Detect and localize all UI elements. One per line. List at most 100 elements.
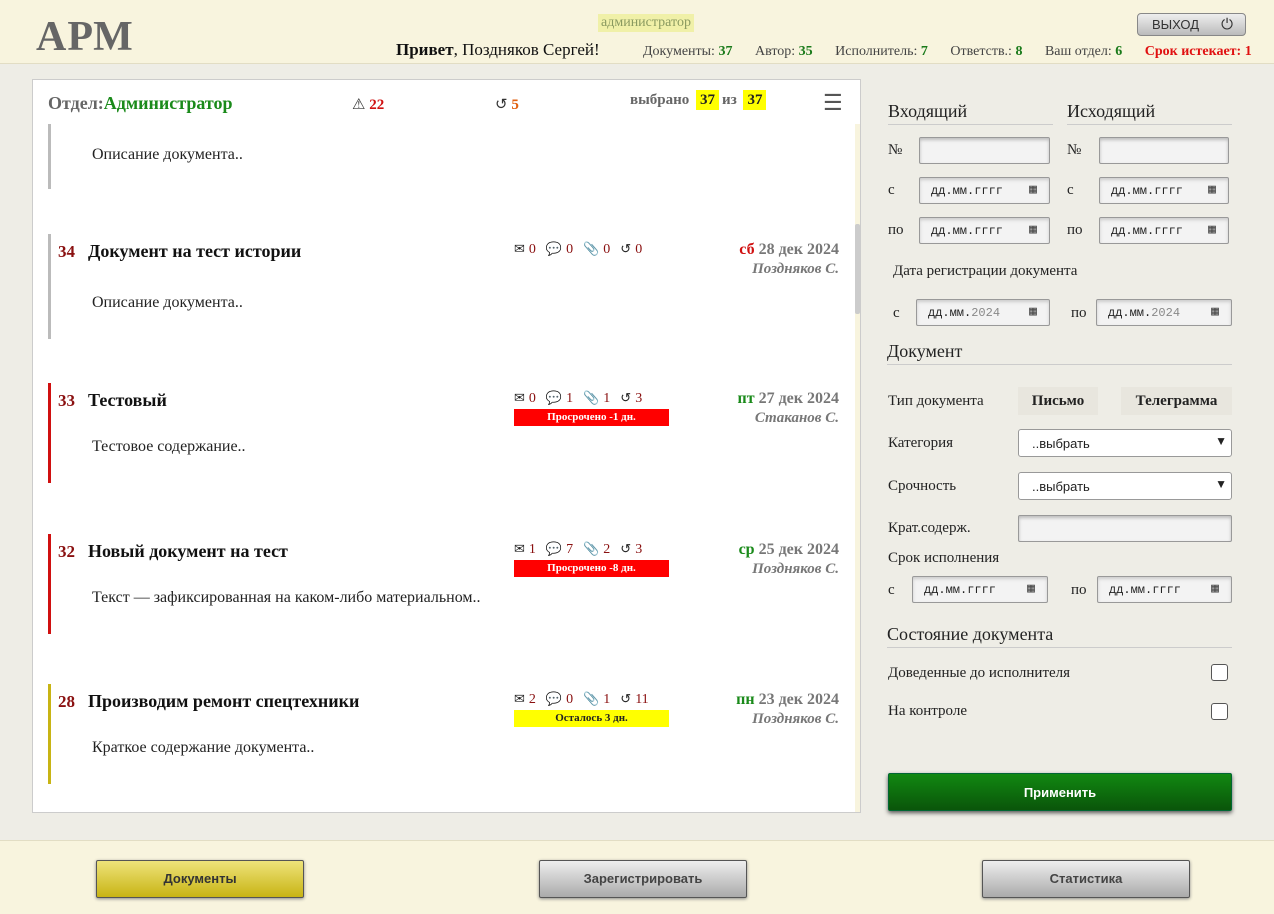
calendar-icon: ▦ bbox=[1029, 182, 1037, 197]
document-number: 32 bbox=[58, 542, 75, 561]
incoming-date-from[interactable]: дд.мм.гггг ▦ bbox=[919, 177, 1050, 204]
document-section-heading: Документ bbox=[887, 341, 1232, 365]
deadline-date-from[interactable]: дд.мм.гггг ▦ bbox=[912, 576, 1048, 603]
outgoing-to-label: по bbox=[1067, 222, 1083, 238]
greeting-name: , Поздняков Сергей! bbox=[453, 40, 600, 59]
document-number: 34 bbox=[58, 242, 75, 261]
selection-counter: выбрано 37 из 37 bbox=[630, 90, 769, 110]
urgency-label: Срочность bbox=[888, 478, 957, 494]
stat-executor[interactable]: Исполнитель: 7 bbox=[835, 44, 928, 59]
document-item[interactable]: 32 Новый документ на тест ✉ 1 💬 7 📎 2 ↺ 3 Проср… bbox=[48, 534, 848, 634]
doc-type-label: Тип документа bbox=[888, 393, 984, 409]
stat-author[interactable]: Автор: 35 bbox=[755, 44, 813, 59]
delivered-label: Доведенные до исполнителя bbox=[888, 665, 1071, 681]
list-add-icon[interactable]: ☰ bbox=[823, 90, 843, 116]
comment-icon: 💬 bbox=[545, 691, 563, 706]
document-status-bar bbox=[48, 124, 51, 189]
deadline-from-label: с bbox=[888, 582, 895, 598]
calendar-icon: ▦ bbox=[1208, 222, 1216, 237]
control-checkbox[interactable] bbox=[1211, 703, 1228, 720]
document-item[interactable]: 33 Тестовый ✉ 0 💬 1 📎 1 ↺ 3 Просрочено -1 дн. п… bbox=[48, 383, 848, 483]
document-counters: ✉ 0 💬 0 📎 0 ↺ 0 bbox=[514, 241, 643, 257]
reg-date-from[interactable]: дд.мм.2024 ▦ bbox=[916, 299, 1050, 326]
document-author: Стаканов С. bbox=[754, 410, 839, 426]
warning-icon: ⚠ bbox=[352, 97, 366, 113]
document-list-panel: Отдел:Администратор ⚠ 22 ↺ 5 выбрано 37 и… bbox=[32, 79, 861, 813]
history-icon: ↺ bbox=[620, 390, 632, 405]
reg-from-label: с bbox=[893, 305, 900, 321]
stat-documents[interactable]: Документы: 37 bbox=[643, 44, 732, 59]
document-item[interactable]: 34 Документ на тест истории ✉ 0 💬 0 📎 0 ↺ 0 сб … bbox=[48, 234, 848, 339]
greeting: Привет, Поздняков Сергей! bbox=[396, 40, 600, 60]
stat-deadline[interactable]: Срок истекает: 1 bbox=[1145, 44, 1252, 59]
calendar-icon: ▦ bbox=[1029, 304, 1037, 319]
document-description: Описание документа.. bbox=[92, 146, 243, 163]
document-description: Краткое содержание документа.. bbox=[92, 739, 315, 756]
list-header: Отдел:Администратор ⚠ 22 ↺ 5 выбрано 37 и… bbox=[33, 80, 860, 124]
type-letter-button[interactable]: Письмо bbox=[1018, 387, 1098, 415]
outgoing-heading: Исходящий bbox=[1067, 101, 1232, 125]
overdue-badge: Просрочено -1 дн. bbox=[514, 409, 669, 426]
attachment-icon: 📎 bbox=[583, 691, 600, 706]
type-telegram-button[interactable]: Телеграмма bbox=[1121, 387, 1232, 415]
incoming-heading: Входящий bbox=[888, 101, 1053, 125]
urgency-select[interactable]: ..выбрать ▼ bbox=[1018, 472, 1232, 500]
summary-label: Крат.содерж. bbox=[888, 520, 971, 536]
document-title[interactable]: Новый документ на тест bbox=[88, 541, 288, 562]
outgoing-from-label: с bbox=[1067, 182, 1074, 198]
outgoing-date-from[interactable]: дд.мм.гггг ▦ bbox=[1099, 177, 1229, 204]
document-author: Поздняков С. bbox=[752, 261, 839, 277]
warnings-counter[interactable]: ⚠ 22 bbox=[352, 95, 384, 114]
stat-responsible[interactable]: Ответств.: 8 bbox=[950, 44, 1022, 59]
attachment-icon: 📎 bbox=[583, 390, 600, 405]
document-counters: ✉ 0 💬 1 📎 1 ↺ 3 bbox=[514, 390, 643, 406]
document-item[interactable]: Описание документа.. bbox=[48, 124, 848, 189]
statistics-button[interactable]: Статистика bbox=[982, 860, 1190, 898]
document-title[interactable]: Производим ремонт спецтехники bbox=[88, 691, 359, 712]
deadline-date-to[interactable]: дд.мм.гггг ▦ bbox=[1097, 576, 1232, 603]
attachment-icon: 📎 bbox=[583, 241, 600, 256]
greeting-bold: Привет bbox=[396, 40, 454, 59]
exit-button[interactable]: ВЫХОД ⏻ bbox=[1137, 13, 1246, 36]
deadline-label: Срок исполнения bbox=[888, 550, 1000, 566]
delivered-checkbox[interactable] bbox=[1211, 664, 1228, 681]
incoming-date-to[interactable]: дд.мм.гггг ▦ bbox=[919, 217, 1050, 244]
summary-input[interactable] bbox=[1018, 515, 1232, 542]
incoming-num-label: № bbox=[888, 142, 903, 158]
app-logo: АРМ bbox=[36, 14, 134, 60]
incoming-number-input[interactable] bbox=[919, 137, 1050, 164]
document-date: пн 23 дек 2024 bbox=[736, 691, 839, 708]
document-counters: ✉ 2 💬 0 📎 1 ↺ 11 bbox=[514, 691, 649, 707]
document-date: ср 25 дек 2024 bbox=[738, 541, 839, 558]
documents-button[interactable]: Документы bbox=[96, 860, 304, 898]
document-title[interactable]: Тестовый bbox=[88, 390, 167, 411]
document-status-bar bbox=[48, 534, 51, 634]
apply-button[interactable]: Применить bbox=[888, 773, 1232, 811]
document-number: 33 bbox=[58, 391, 75, 410]
scrollbar-thumb[interactable] bbox=[855, 224, 860, 314]
document-status-bar bbox=[48, 383, 51, 483]
stat-department[interactable]: Ваш отдел: 6 bbox=[1045, 44, 1122, 59]
document-number: 28 bbox=[58, 692, 75, 711]
calendar-icon: ▦ bbox=[1211, 581, 1219, 596]
document-description: Текст — зафиксированная на каком-либо ма… bbox=[92, 589, 481, 606]
document-counters: ✉ 1 💬 7 📎 2 ↺ 3 bbox=[514, 541, 643, 557]
exit-icon: ⏻ bbox=[1221, 16, 1233, 33]
document-status-bar bbox=[48, 234, 51, 339]
app-header: АРМ администратор Привет, Поздняков Серг… bbox=[0, 0, 1274, 64]
document-item[interactable]: 28 Производим ремонт спецтехники ✉ 2 💬 0 📎 1 ↺… bbox=[48, 684, 848, 784]
history-icon: ↺ bbox=[495, 97, 508, 113]
outgoing-date-to[interactable]: дд.мм.гггг ▦ bbox=[1099, 217, 1229, 244]
outgoing-number-input[interactable] bbox=[1099, 137, 1229, 164]
register-button[interactable]: Зарегистрировать bbox=[539, 860, 747, 898]
category-select[interactable]: ..выбрать ▼ bbox=[1018, 429, 1232, 457]
document-title[interactable]: Документ на тест истории bbox=[88, 241, 301, 262]
comment-icon: 💬 bbox=[545, 390, 563, 405]
chevron-down-icon: ▼ bbox=[1215, 434, 1227, 448]
mail-icon: ✉ bbox=[514, 541, 525, 556]
reg-date-to[interactable]: дд.мм.2024 ▦ bbox=[1096, 299, 1232, 326]
history-counter[interactable]: ↺ 5 bbox=[495, 95, 519, 114]
overdue-badge: Просрочено -8 дн. bbox=[514, 560, 669, 577]
footer-bar: Документы Зарегистрировать Статистика bbox=[0, 840, 1274, 914]
header-stats: Документы: 37 Автор: 35 Исполнитель: 7 О… bbox=[643, 44, 1252, 60]
